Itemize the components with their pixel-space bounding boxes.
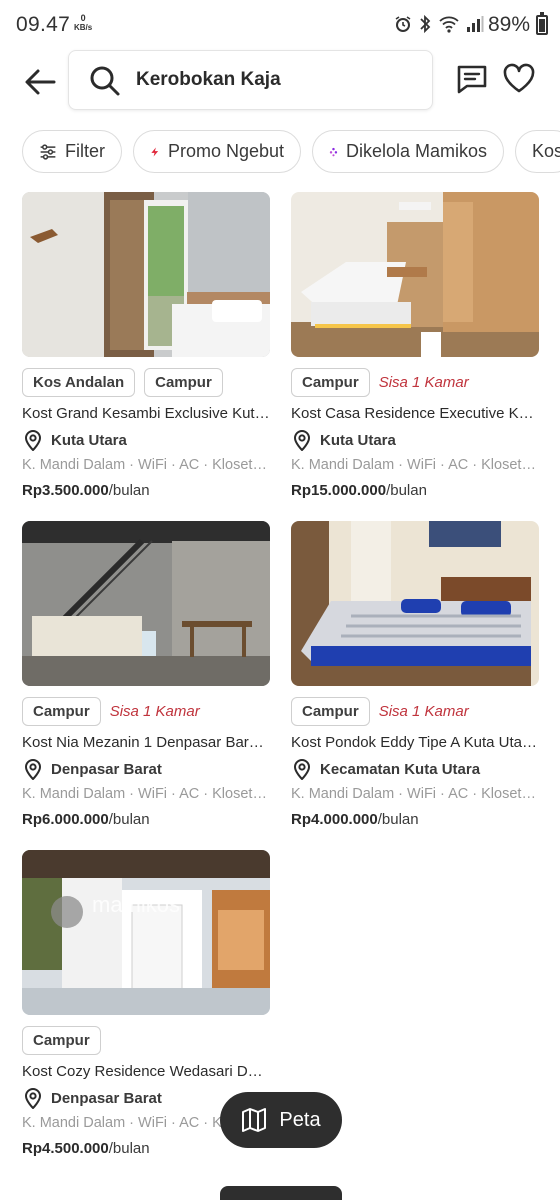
chip-label: Dikelola Mamikos (345, 141, 487, 161)
listing-facilities: K. Mandi Dalam · WiFi · AC · Kloset D... (291, 457, 539, 473)
listing-title: Kost Cozy Residence Wedasari Denp... (22, 1063, 270, 1080)
listing-price: Rp15.000.000/bulan (291, 482, 539, 499)
filter-chips: Filter Promo Ngebut Dikelola Mamikos Kos (22, 130, 560, 174)
status-time: 09.47 (16, 13, 71, 36)
lightning-icon (151, 146, 159, 157)
map-button[interactable]: Peta (220, 1092, 342, 1148)
chip-filter[interactable]: Filter (22, 130, 122, 173)
chat-icon (457, 65, 487, 94)
price-amount: Rp6.000.000 (22, 811, 109, 828)
room-availability: Sisa 1 Kamar (109, 703, 200, 720)
heart-icon (503, 63, 535, 93)
listing-card[interactable]: Kos Andalan Campur Kost Grand Kesambi Ex… (22, 192, 270, 499)
listing-title: Kost Casa Residence Executive Kuta ... (291, 405, 539, 422)
mamikos-icon (329, 147, 338, 156)
map-button-label: Peta (279, 1108, 321, 1131)
listing-photo[interactable] (22, 521, 270, 686)
status-bar: 09.47 0 KB/s 89% (0, 0, 560, 52)
price-period: /bulan (108, 482, 150, 499)
listing-location: Kuta Utara (22, 428, 270, 452)
tag-campur: Campur (291, 368, 370, 397)
price-amount: Rp4.500.000 (22, 1140, 109, 1157)
network-speed: 0 KB/s (74, 13, 93, 33)
listing-price: Rp3.500.000/bulan (22, 482, 270, 499)
battery-level: 89% (487, 13, 530, 36)
tag-campur: Campur (22, 1026, 101, 1055)
listing-tags: Campur Sisa 1 Kamar (22, 697, 270, 726)
chip-kos[interactable]: Kos (515, 130, 560, 173)
price-amount: Rp3.500.000 (22, 482, 109, 499)
arrow-left-icon (25, 69, 56, 95)
home-indicator (220, 1186, 342, 1200)
listing-location: Denpasar Barat (22, 757, 270, 781)
network-speed-value: 0 (80, 13, 86, 23)
listing-photo[interactable] (22, 192, 270, 357)
search-header: Kerobokan Kaja (0, 50, 560, 112)
alarm-icon (395, 16, 411, 32)
price-amount: Rp15.000.000 (291, 482, 387, 499)
location-pin-icon (24, 430, 42, 451)
listing-tags: Campur Sisa 1 Kamar (291, 368, 539, 397)
listing-location: Kecamatan Kuta Utara (291, 757, 539, 781)
battery-icon (536, 12, 548, 35)
price-amount: Rp4.000.000 (291, 811, 378, 828)
listing-facilities: K. Mandi Dalam · WiFi · AC · Kloset D... (291, 786, 539, 802)
chat-button[interactable] (455, 62, 491, 98)
price-period: /bulan (386, 482, 427, 499)
back-button[interactable] (20, 62, 60, 102)
bluetooth-icon (420, 14, 431, 34)
location-pin-icon (293, 430, 311, 451)
listing-title: Kost Pondok Eddy Tipe A Kuta Utara ... (291, 734, 539, 751)
listing-photo[interactable]: mamikos (22, 850, 270, 1015)
listing-price: Rp6.000.000/bulan (22, 811, 270, 828)
listing-price: Rp4.000.000/bulan (291, 811, 539, 828)
room-availability: Sisa 1 Kamar (378, 703, 469, 720)
location-text: Kecamatan Kuta Utara (320, 760, 481, 778)
listing-photo[interactable] (291, 521, 539, 686)
chip-promo-ngebut[interactable]: Promo Ngebut (133, 130, 301, 173)
listing-title: Kost Grand Kesambi Exclusive Kuta U... (22, 405, 270, 422)
listing-location: Kuta Utara (291, 428, 539, 452)
listing-tags: Campur Sisa 1 Kamar (291, 697, 539, 726)
price-period: /bulan (108, 811, 150, 828)
listing-card[interactable]: Campur Sisa 1 Kamar Kost Nia Mezanin 1 D… (22, 521, 270, 828)
chip-dikelola-mamikos[interactable]: Dikelola Mamikos (312, 130, 504, 173)
location-text: Kuta Utara (320, 431, 396, 449)
favorite-button[interactable] (502, 62, 538, 98)
tag-campur: Campur (291, 697, 370, 726)
listing-tags: Kos Andalan Campur (22, 368, 270, 397)
price-period: /bulan (377, 811, 419, 828)
listing-photo[interactable] (291, 192, 539, 357)
chip-label: Promo Ngebut (167, 141, 284, 161)
location-pin-icon (24, 1088, 42, 1109)
tag-kos-andalan: Kos Andalan (22, 368, 136, 397)
search-input[interactable]: Kerobokan Kaja (68, 50, 433, 110)
tag-campur: Campur (22, 697, 101, 726)
location-text: Kuta Utara (51, 431, 127, 449)
status-icons (394, 14, 484, 34)
search-icon (90, 66, 120, 96)
search-query: Kerobokan Kaja (136, 69, 281, 90)
tag-campur: Campur (144, 368, 223, 397)
listing-facilities: K. Mandi Dalam · WiFi · AC · Kloset D... (22, 457, 270, 473)
location-pin-icon (293, 759, 311, 780)
location-pin-icon (24, 759, 42, 780)
watermark-text: mamikos (92, 892, 180, 917)
listing-facilities: K. Mandi Dalam · WiFi · AC · Kloset D... (22, 786, 270, 802)
listing-title: Kost Nia Mezanin 1 Denpasar Barat D... (22, 734, 270, 751)
chip-label: Kos (532, 141, 560, 161)
listing-tags: Campur (22, 1026, 270, 1055)
wifi-icon (439, 16, 459, 33)
listing-card[interactable]: Campur Sisa 1 Kamar Kost Pondok Eddy Tip… (291, 521, 539, 828)
location-text: Denpasar Barat (51, 760, 162, 778)
chip-label: Filter (65, 141, 105, 161)
location-text: Denpasar Barat (51, 1089, 162, 1107)
network-speed-unit: KB/s (74, 23, 93, 32)
signal-icon (467, 16, 484, 32)
price-period: /bulan (108, 1140, 150, 1157)
sliders-icon (40, 143, 56, 160)
map-icon (242, 1108, 267, 1132)
listing-card[interactable]: Campur Sisa 1 Kamar Kost Casa Residence … (291, 192, 539, 499)
room-availability: Sisa 1 Kamar (378, 374, 469, 391)
